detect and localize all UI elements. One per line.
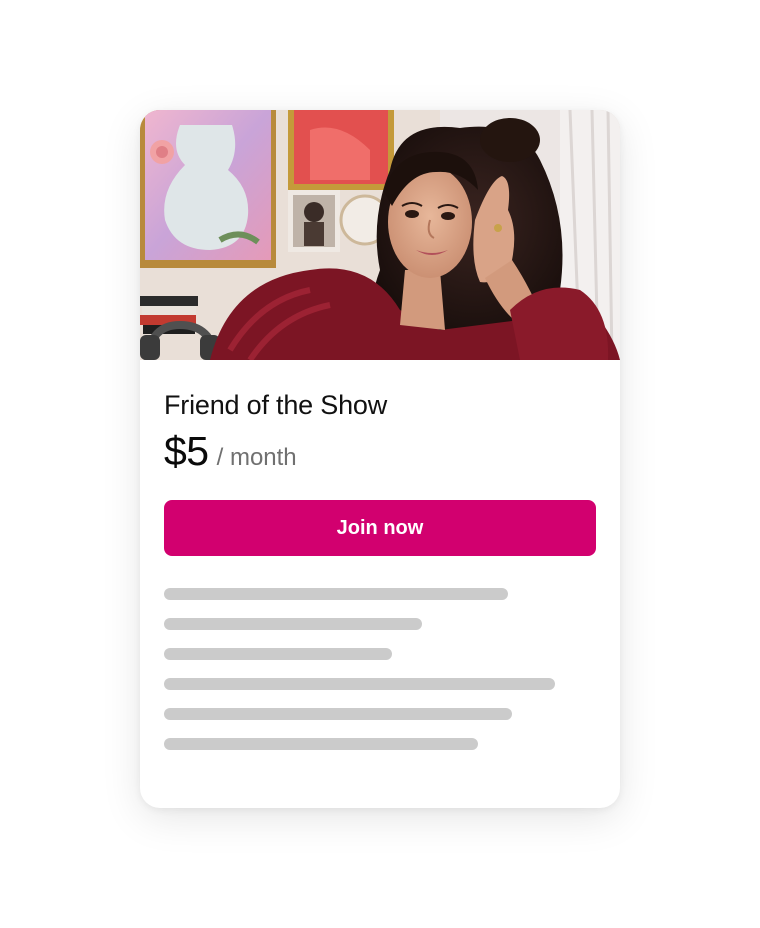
benefit-placeholder-line <box>164 678 555 690</box>
benefit-placeholder-line <box>164 708 512 720</box>
membership-tier-card: Friend of the Show $5 / month Join now <box>140 110 620 808</box>
benefit-placeholder-line <box>164 738 478 750</box>
tier-title: Friend of the Show <box>164 390 388 420</box>
creator-photo <box>140 110 620 360</box>
benefit-placeholder-line <box>164 618 422 630</box>
join-now-button[interactable]: Join now <box>164 500 596 556</box>
creator-photo-illustration <box>140 110 620 360</box>
benefit-placeholder-line <box>164 648 392 660</box>
tier-price: $5 <box>164 428 209 474</box>
price-row: $5 / month <box>164 428 297 475</box>
billing-period: / month <box>216 444 297 471</box>
benefit-placeholder-line <box>164 588 508 600</box>
